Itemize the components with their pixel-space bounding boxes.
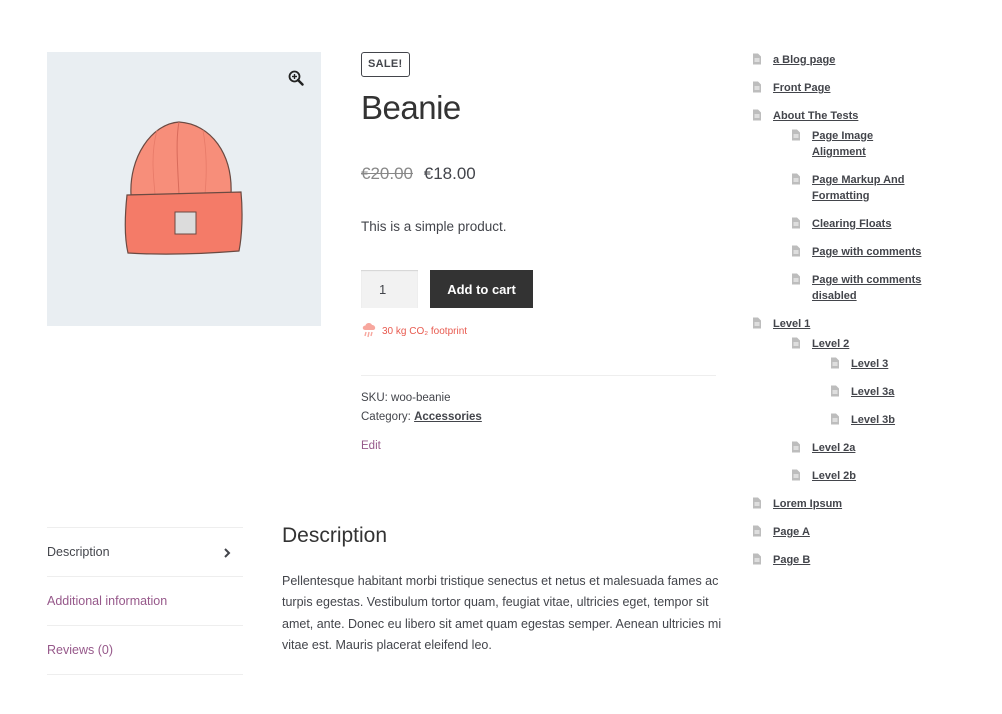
co2-footprint: 30 kg CO₂ footprint [361,321,467,342]
page-item: Front Page [752,80,992,108]
product-meta: SKU: woo-beanie Category: Accessories [361,389,482,427]
page-item: About The Tests Page Image Alignment Pag… [752,108,992,316]
page-item: Level 2b [791,468,992,496]
page-item: a Blog page [752,52,992,80]
page-item: Lorem Ipsum [752,496,992,524]
description-body: Pellentesque habitant morbi tristique se… [282,574,722,652]
description-panel: Description Pellentesque habitant morbi … [282,524,722,656]
page-item: Page with comments disabled [791,272,992,316]
page-icon [791,173,801,188]
product-price: €20.00 €18.00 [361,164,476,184]
page-item: Level 2a [791,440,992,468]
page-item: Page Image Alignment [791,128,992,172]
quantity-input[interactable] [361,270,418,308]
regular-price: €20.00 [361,164,413,183]
category-label: Category: [361,411,411,423]
category-link[interactable]: Accessories [414,411,482,423]
page-link-front[interactable]: Front Page [773,80,830,108]
divider [361,375,716,376]
page-icon [791,273,801,288]
product-image [124,121,243,255]
page-item: Page with comments [791,244,992,272]
page-sublist: Level 3 Level 3a Level 3b [812,352,992,440]
page-icon [791,217,801,232]
sale-badge: SALE! [361,52,410,77]
page-icon [752,53,762,68]
product-gallery[interactable] [47,52,321,326]
page-icon [752,81,762,96]
page-link-lorem-ipsum[interactable]: Lorem Ipsum [773,496,842,524]
page-item: Page A [752,524,992,552]
product-tabs: Description Additional information Revie… [47,527,243,675]
edit-link[interactable]: Edit [361,440,381,452]
page-icon [752,553,762,568]
page-icon [791,129,801,144]
page-icon [830,357,840,372]
page-link-blog[interactable]: a Blog page [773,52,835,80]
page-item: Page B [752,552,992,580]
tab-label: Description [47,545,110,559]
page-icon [752,109,762,124]
sidebar-pages: a Blog page Front Page About The Tests P… [752,52,992,580]
page-icon [791,245,801,260]
sku-label: SKU: [361,392,388,404]
sku-row: SKU: woo-beanie [361,389,482,408]
page-link-page-a[interactable]: Page A [773,524,810,552]
page-icon [830,385,840,400]
page-icon [752,525,762,540]
page-list: a Blog page Front Page About The Tests P… [752,52,992,580]
page-item: Level 2 Level 3 Level 3a Level 3b [791,336,992,440]
page-link-level-3b[interactable]: Level 3b [851,412,966,440]
page-link-comments-disabled[interactable]: Page with comments disabled [812,272,927,316]
page-item: Level 3 [830,356,992,384]
category-row: Category: Accessories [361,408,482,427]
page-link-markup-formatting[interactable]: Page Markup And Formatting [812,172,927,216]
page-link-clearing-floats[interactable]: Clearing Floats [812,216,927,244]
page-icon [830,413,840,428]
page-icon [791,469,801,484]
cloud-rain-icon [361,321,377,342]
page-item: Level 3b [830,412,992,440]
sku-value: woo-beanie [391,392,451,404]
product-title: Beanie [361,89,461,126]
page-item: Level 3a [830,384,992,412]
tab-description[interactable]: Description [47,528,243,577]
tab-additional-information[interactable]: Additional information [47,577,243,626]
page-sublist: Level 2 Level 3 Level 3a Level 3b Level … [773,332,992,496]
tab-label: Reviews (0) [47,643,113,657]
tab-reviews[interactable]: Reviews (0) [47,626,243,675]
add-to-cart-button[interactable]: Add to cart [430,270,533,308]
page-icon [752,317,762,332]
description-heading: Description [282,524,388,547]
page-link-page-b[interactable]: Page B [773,552,810,580]
page-item: Page Markup And Formatting [791,172,992,216]
sale-price: €18.00 [423,164,476,183]
page-link-level-3[interactable]: Level 3 [851,356,966,384]
page-item: Clearing Floats [791,216,992,244]
chevron-right-icon [223,528,231,576]
co2-text: 30 kg CO₂ footprint [382,326,468,337]
page-link-image-alignment[interactable]: Page Image Alignment [812,128,927,172]
page-icon [752,497,762,512]
page-link-with-comments[interactable]: Page with comments [812,244,927,272]
page-link-level-2a[interactable]: Level 2a [812,440,927,468]
short-description: This is a simple product. [361,219,507,234]
page-link-level-3a[interactable]: Level 3a [851,384,966,412]
page-sublist: Page Image Alignment Page Markup And For… [773,124,992,316]
page-item: Level 1 Level 2 Level 3 Level 3a Level 3… [752,316,992,496]
page-icon [791,441,801,456]
tab-label: Additional information [47,594,168,608]
page-icon [791,337,801,352]
page-link-level-2b[interactable]: Level 2b [812,468,927,496]
zoom-icon[interactable] [288,70,304,86]
